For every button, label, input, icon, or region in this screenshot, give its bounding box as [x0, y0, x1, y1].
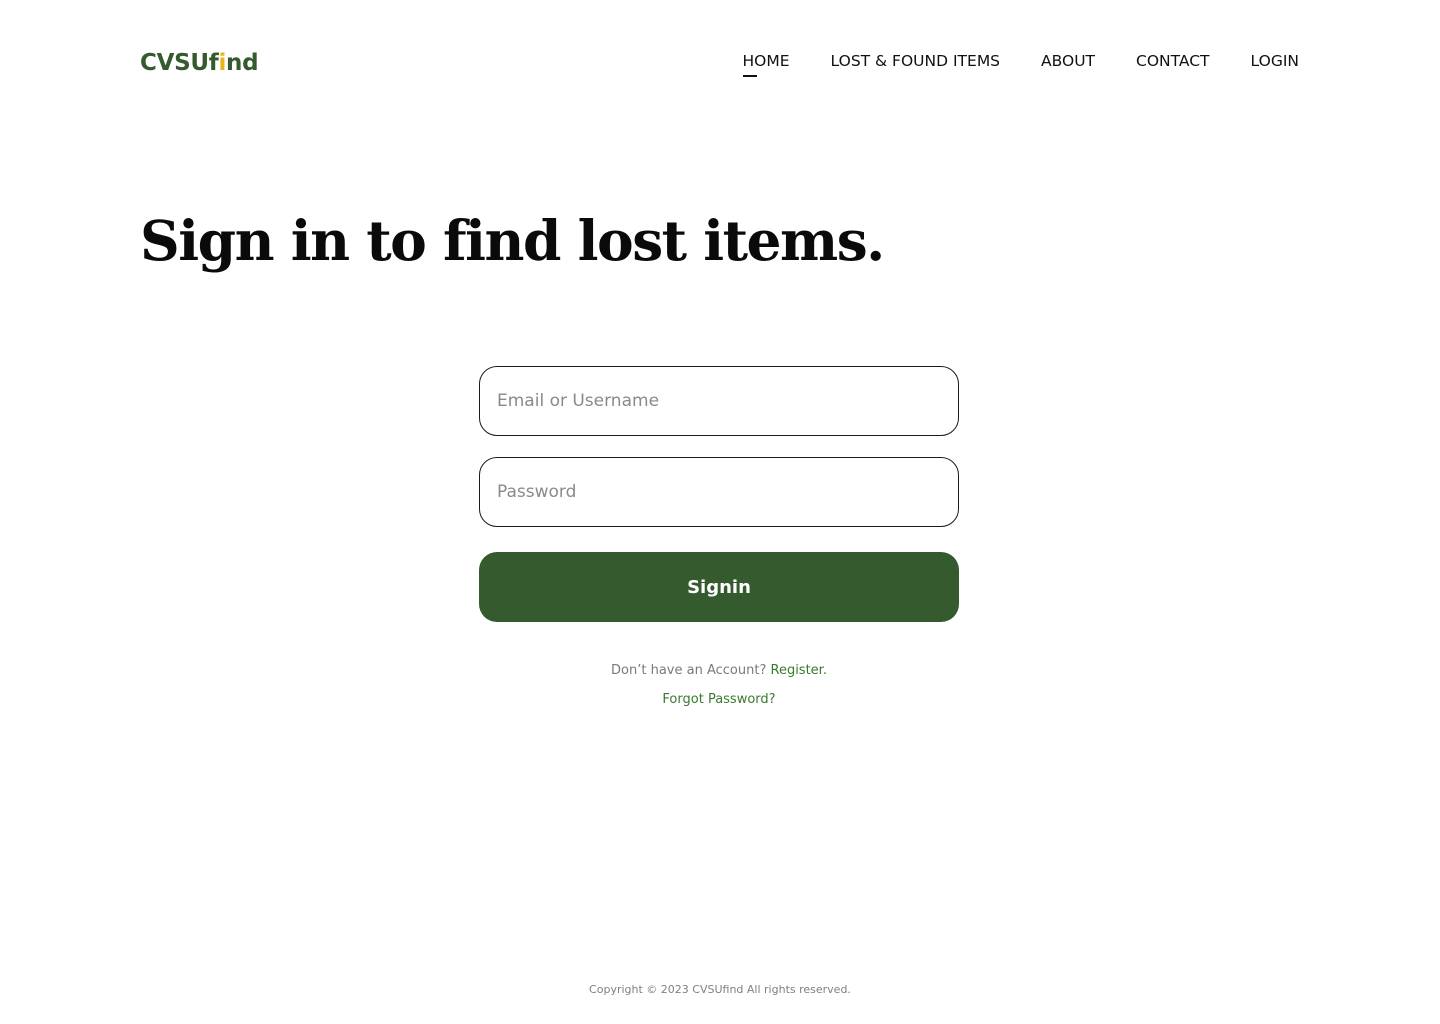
- signin-form: Signin: [479, 366, 959, 622]
- logo-text-start: CVSUf: [140, 50, 219, 76]
- register-link[interactable]: Register.: [771, 663, 827, 678]
- page-title: Sign in to find lost items.: [140, 208, 885, 273]
- no-account-text: Don’t have an Account?: [611, 663, 767, 678]
- main-nav: HOME LOST & FOUND ITEMS ABOUT CONTACT LO…: [742, 50, 1299, 77]
- nav-contact[interactable]: CONTACT: [1136, 50, 1210, 72]
- signin-button[interactable]: Signin: [479, 552, 959, 622]
- account-links: Don’t have an Account? Register. Forgot …: [479, 661, 959, 710]
- password-field[interactable]: [479, 457, 959, 527]
- footer-copyright: Copyright © 2023 CVSUfind All rights res…: [589, 983, 851, 996]
- nav-home[interactable]: HOME: [742, 50, 790, 77]
- logo-text-end: nd: [226, 50, 259, 76]
- login-page: CVSUfind HOME LOST & FOUND ITEMS ABOUT C…: [0, 0, 1440, 1024]
- email-username-field[interactable]: [479, 366, 959, 436]
- forgot-row: Forgot Password?: [479, 690, 959, 710]
- logo[interactable]: CVSUfind: [140, 48, 259, 78]
- nav-lost-found-items[interactable]: LOST & FOUND ITEMS: [831, 50, 1001, 72]
- forgot-password-link[interactable]: Forgot Password?: [662, 692, 775, 707]
- nav-about[interactable]: ABOUT: [1041, 50, 1095, 72]
- logo-text-accent: i: [218, 50, 227, 76]
- nav-login[interactable]: LOGIN: [1251, 50, 1299, 72]
- register-prompt: Don’t have an Account? Register.: [479, 661, 959, 681]
